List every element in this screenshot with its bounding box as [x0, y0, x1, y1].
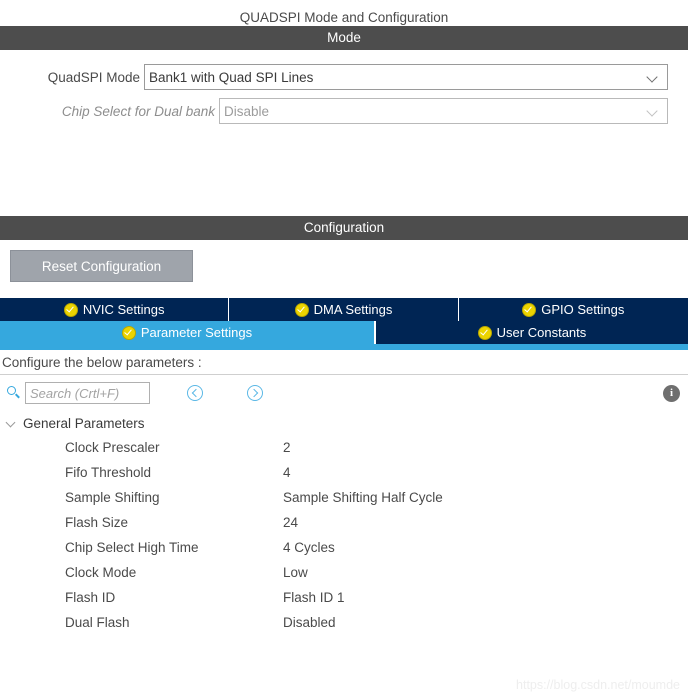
parameter-value[interactable]: Flash ID 1 — [283, 590, 345, 605]
parameter-name: Flash Size — [65, 515, 129, 530]
parameter-value[interactable]: Sample Shifting Half Cycle — [283, 490, 443, 505]
check-circle-icon — [121, 325, 136, 340]
parameter-value[interactable]: 24 — [283, 515, 298, 530]
check-circle-icon — [477, 325, 492, 340]
parameter-row[interactable]: Clock Mode Low — [0, 560, 688, 585]
parameter-value[interactable]: Low — [283, 565, 308, 580]
info-icon[interactable]: i — [663, 384, 680, 402]
quadspi-mode-value: Bank1 with Quad SPI Lines — [149, 69, 314, 85]
parameter-name: Flash ID — [65, 590, 116, 605]
chevron-down-icon[interactable] — [6, 418, 17, 429]
chip-select-dual-bank-label: Chip Select for Dual bank — [61, 103, 215, 119]
tab-parameter-settings-label: Parameter Settings — [140, 325, 253, 340]
tab-strip: NVIC Settings DMA Settings GPIO Settings… — [0, 298, 688, 350]
parameter-row[interactable]: Clock Prescaler 2 — [0, 435, 688, 460]
search-toolbar: i — [0, 375, 688, 411]
parameter-name: Dual Flash — [65, 615, 130, 630]
page-title: QUADSPI Mode and Configuration — [239, 10, 449, 25]
chevron-down-icon — [647, 71, 659, 83]
configuration-panel: Reset Configuration NVIC Settings DMA Se… — [0, 240, 688, 635]
reset-button-container: Reset Configuration — [0, 240, 688, 298]
tab-dma-settings[interactable]: DMA Settings — [229, 298, 459, 321]
reset-configuration-button[interactable]: Reset Configuration — [10, 250, 193, 282]
parameter-value[interactable]: 4 — [283, 465, 291, 480]
tab-gpio-settings-label: GPIO Settings — [541, 302, 625, 317]
tab-user-constants[interactable]: User Constants — [374, 321, 688, 344]
tab-user-constants-label: User Constants — [496, 325, 587, 340]
mode-panel: QuadSPI Mode Bank1 with Quad SPI Lines C… — [0, 50, 688, 216]
parameter-name: Fifo Threshold — [65, 465, 152, 480]
chevron-left-circle-icon[interactable] — [187, 385, 203, 401]
parameter-group-general[interactable]: General Parameters — [0, 411, 688, 435]
parameter-row[interactable]: Dual Flash Disabled — [0, 610, 688, 635]
chevron-right-circle-icon[interactable] — [247, 385, 263, 401]
chevron-down-icon — [647, 105, 659, 117]
tab-row-secondary: Parameter Settings User Constants — [0, 321, 688, 344]
check-circle-icon — [294, 302, 309, 317]
tab-dma-settings-label: DMA Settings — [313, 302, 393, 317]
parameter-name: Clock Prescaler — [65, 440, 160, 455]
check-circle-icon — [522, 302, 537, 317]
quadspi-mode-select[interactable]: Bank1 with Quad SPI Lines — [144, 64, 668, 90]
tab-row-primary: NVIC Settings DMA Settings GPIO Settings — [0, 298, 688, 321]
chip-select-dual-bank-value: Disable — [224, 103, 270, 119]
parameter-group-label: General Parameters — [23, 415, 145, 431]
quadspi-mode-row: QuadSPI Mode Bank1 with Quad SPI Lines — [0, 64, 668, 90]
search-icon[interactable] — [6, 385, 22, 401]
parameter-value[interactable]: 2 — [283, 440, 291, 455]
search-input[interactable] — [25, 382, 150, 404]
configuration-section-header: Configuration — [0, 216, 688, 240]
parameter-row[interactable]: Fifo Threshold 4 — [0, 460, 688, 485]
parameter-list: Clock Prescaler 2 Fifo Threshold 4 Sample Sh… — [0, 435, 688, 635]
tab-nvic-settings[interactable]: NVIC Settings — [0, 298, 230, 321]
parameter-value[interactable]: 4 Cycles — [283, 540, 335, 555]
parameter-row[interactable]: Flash ID Flash ID 1 — [0, 585, 688, 610]
chip-select-dual-bank-select[interactable]: Disable — [219, 98, 668, 124]
parameter-row[interactable]: Flash Size 24 — [0, 510, 688, 535]
parameter-name: Sample Shifting — [65, 490, 160, 505]
chip-select-dual-bank-row: Chip Select for Dual bank Disable — [0, 98, 668, 124]
quadspi-mode-label: QuadSPI Mode — [47, 69, 140, 85]
tab-gpio-settings[interactable]: GPIO Settings — [458, 298, 688, 321]
parameter-row[interactable]: Sample Shifting Sample Shifting Half Cycl… — [0, 485, 688, 510]
parameter-name: Chip Select High Time — [65, 540, 199, 555]
mode-section-header: Mode — [0, 26, 688, 50]
tab-nvic-settings-label: NVIC Settings — [82, 302, 165, 317]
parameter-name: Clock Mode — [65, 565, 137, 580]
parameter-row[interactable]: Chip Select High Time 4 Cycles — [0, 535, 688, 560]
parameter-value[interactable]: Disabled — [283, 615, 336, 630]
watermark: https://blog.csdn.net/moumde — [516, 678, 680, 692]
check-circle-icon — [63, 302, 78, 317]
configure-hint-text: Configure the below parameters : — [2, 355, 202, 370]
tab-parameter-settings[interactable]: Parameter Settings — [0, 321, 375, 344]
